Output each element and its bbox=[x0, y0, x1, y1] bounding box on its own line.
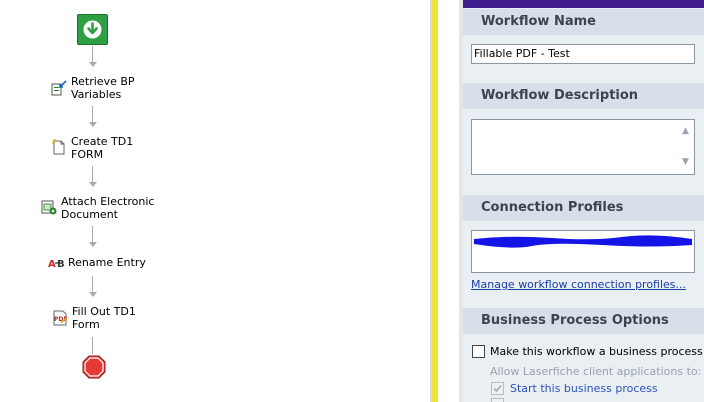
properties-pane: Workflow Name Fillable PDF - Test Workfl… bbox=[463, 0, 704, 402]
manage-connection-profiles-link[interactable]: Manage workflow connection profiles... bbox=[471, 278, 686, 291]
activity-label-line: Variables bbox=[71, 88, 122, 101]
workflow-description-header[interactable]: Workflow Description bbox=[463, 83, 704, 109]
description-scrollbar[interactable]: ▲ ▼ bbox=[679, 120, 694, 174]
partial-checkbox[interactable] bbox=[491, 398, 504, 402]
activity-label-line: Rename Entry bbox=[68, 256, 146, 269]
scroll-up-icon[interactable]: ▲ bbox=[682, 123, 689, 140]
start-arrow-icon bbox=[83, 20, 102, 39]
pane-top-bar bbox=[463, 0, 704, 8]
retrieve-variables-icon bbox=[51, 80, 67, 96]
connector-line bbox=[92, 46, 93, 63]
workflow-name-header[interactable]: Workflow Name bbox=[463, 9, 704, 35]
stop-octagon-icon[interactable] bbox=[82, 355, 106, 379]
make-business-process-label[interactable]: Make this workflow a business process bbox=[490, 345, 703, 358]
checkmark-icon bbox=[493, 384, 502, 393]
activity-label-line: Attach Electronic bbox=[61, 195, 155, 208]
activity-label-line: Form bbox=[72, 318, 100, 331]
activity-label-line: Fill Out TD1 bbox=[72, 305, 136, 318]
activity-label-line: Document bbox=[61, 208, 118, 221]
activity-label-line: Create TD1 bbox=[71, 135, 134, 148]
workflow-description-input[interactable]: ▲ ▼ bbox=[471, 119, 695, 175]
start-business-process-checkbox[interactable] bbox=[491, 382, 504, 395]
make-business-process-checkbox[interactable] bbox=[472, 345, 485, 358]
connector-arrow bbox=[89, 242, 97, 247]
workflow-designer-canvas[interactable]: Retrieve BP Variables Create TD1 FORM At… bbox=[0, 0, 430, 402]
allow-client-apps-label: Allow Laserfiche client applications to: bbox=[490, 365, 702, 378]
connector-line bbox=[92, 226, 93, 243]
connector-arrow bbox=[89, 292, 97, 297]
activity-label-line: FORM bbox=[71, 148, 104, 161]
redaction-mark bbox=[474, 235, 692, 248]
connection-profiles-header[interactable]: Connection Profiles bbox=[463, 195, 704, 221]
start-business-process-label[interactable]: Start this business process bbox=[510, 382, 658, 395]
business-process-options-header[interactable]: Business Process Options bbox=[463, 308, 704, 334]
rename-entry-icon: A B bbox=[48, 259, 64, 270]
connector-line bbox=[92, 337, 93, 354]
attach-document-icon bbox=[41, 200, 57, 215]
connector-line bbox=[92, 106, 93, 123]
connection-profiles-list[interactable] bbox=[471, 230, 695, 273]
svg-text:A: A bbox=[48, 259, 56, 270]
splitter-gap bbox=[438, 0, 459, 402]
connector-line bbox=[92, 276, 93, 293]
connector-arrow bbox=[89, 122, 97, 127]
connector-arrow bbox=[89, 62, 97, 67]
create-document-icon bbox=[52, 139, 65, 155]
pdf-form-icon: PDF bbox=[53, 310, 67, 326]
svg-text:B: B bbox=[57, 259, 64, 270]
start-node[interactable] bbox=[77, 14, 108, 45]
workflow-name-input[interactable]: Fillable PDF - Test bbox=[471, 44, 695, 64]
activity-label-line: Retrieve BP bbox=[71, 75, 135, 88]
scroll-down-icon[interactable]: ▼ bbox=[682, 154, 689, 171]
connector-line bbox=[92, 166, 93, 183]
connector-arrow bbox=[89, 182, 97, 187]
